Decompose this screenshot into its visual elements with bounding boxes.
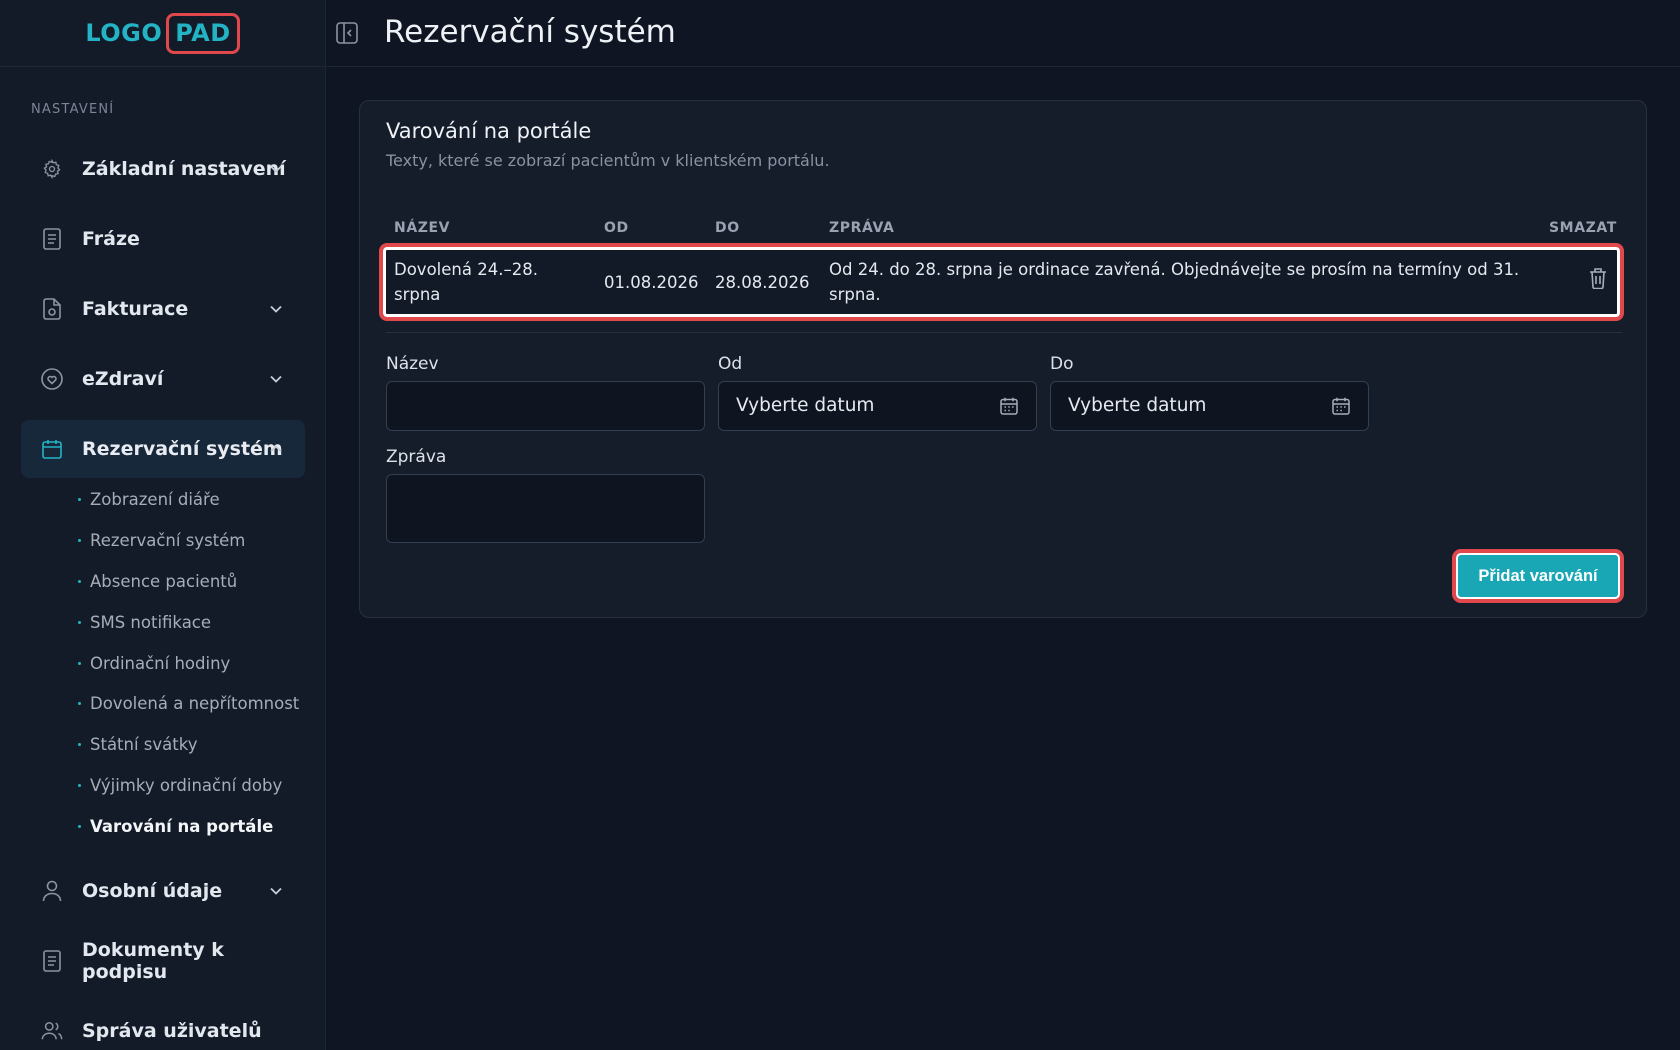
card-subtitle: Texty, které se zobrazí pacientům v klie… (386, 151, 830, 170)
bullet-dot (78, 580, 81, 583)
chevron-down-icon (269, 302, 283, 316)
sidebar-toggle-icon[interactable] (336, 22, 358, 44)
calendar-icon (1331, 396, 1351, 416)
name-field-label: Název (386, 354, 439, 374)
document-icon (41, 228, 63, 250)
logo[interactable]: LOGO PAD (85, 12, 240, 54)
sidebar-item-phrases[interactable]: Fráze (21, 210, 305, 268)
sidebar-item-label: Rezervační systém (82, 438, 283, 460)
sidebar: LOGO PAD NASTAVENÍ Základní nastavení Fr… (0, 0, 326, 1050)
sidebar-subitem-label: Výjimky ordinační doby (90, 776, 283, 795)
sidebar-subitem-label: Státní svátky (90, 735, 198, 754)
sidebar-section-label: NASTAVENÍ (31, 102, 115, 117)
row-message: Od 24. do 28. srpna je ordinace zavřená.… (829, 257, 1519, 307)
calendar-icon (999, 396, 1019, 416)
logo-text-right: PAD (166, 12, 240, 54)
sidebar-item-label: eZdraví (82, 368, 164, 390)
from-date-placeholder: Vyberte datum (736, 395, 875, 416)
row-message-line: Od 24. do 28. srpna je ordinace zavřená.… (829, 260, 1520, 279)
from-field-label: Od (718, 354, 743, 374)
chevron-up-icon (269, 442, 283, 456)
add-warning-button[interactable]: Přidat varování (1452, 549, 1624, 603)
name-field[interactable] (386, 381, 705, 431)
page-title: Rezervační systém (384, 14, 676, 50)
sidebar-item-label: Správa uživatelů (82, 1020, 262, 1042)
sidebar-item-basic-settings[interactable]: Základní nastavení (21, 140, 305, 198)
row-name-line: Dovolená 24.–28. (394, 260, 538, 279)
heart-icon (41, 368, 63, 390)
chevron-down-icon (269, 162, 283, 176)
sidebar-subitem-public-holidays[interactable]: Státní svátky (78, 735, 197, 754)
sidebar-item-label: Dokumenty k podpisu (82, 939, 224, 983)
row-to-date: 28.08.2026 (715, 273, 810, 292)
column-header-to: DO (715, 220, 740, 236)
sidebar-subitem-vacation[interactable]: Dovolená a nepřítomnost (78, 694, 299, 713)
users-icon (41, 1020, 63, 1042)
sidebar-item-label: Fráze (82, 228, 140, 250)
bullet-dot (78, 702, 81, 705)
logo-bar: LOGO PAD (0, 0, 325, 67)
message-field[interactable] (386, 474, 705, 543)
bullet-dot (78, 743, 81, 746)
divider (386, 332, 1622, 333)
logo-text-left: LOGO (85, 19, 163, 47)
to-date-placeholder: Vyberte datum (1068, 395, 1207, 416)
sidebar-subitem-label: Zobrazení diáře (90, 490, 220, 509)
bullet-dot (78, 539, 81, 542)
card-title: Varování na portále (386, 119, 592, 143)
sidebar-item-label: Fakturace (82, 298, 189, 320)
sidebar-subitem-label: Dovolená a nepřítomnost (90, 694, 300, 713)
invoice-icon (41, 298, 63, 320)
chevron-down-icon (269, 884, 283, 898)
row-name: Dovolená 24.–28. srpna (394, 257, 538, 307)
user-icon (41, 880, 63, 902)
sidebar-item-documents-to-sign[interactable]: Dokumenty k podpisu (21, 932, 305, 990)
row-from-date: 01.08.2026 (604, 273, 699, 292)
portal-warnings-card: Varování na portále Texty, které se zobr… (359, 100, 1647, 618)
to-date-picker[interactable]: Vyberte datum (1050, 381, 1369, 431)
to-field-label: Do (1050, 354, 1074, 374)
gear-icon (41, 158, 63, 180)
bullet-dot (78, 784, 81, 787)
sidebar-subitem-hours-exceptions[interactable]: Výjimky ordinační doby (78, 776, 282, 795)
row-name-line: srpna (394, 285, 441, 304)
column-header-delete: SMAZAT (1549, 220, 1617, 236)
bullet-dot (78, 825, 81, 828)
sidebar-subitem-diary-view[interactable]: Zobrazení diáře (78, 490, 220, 509)
sidebar-item-personal-data[interactable]: Osobní údaje (21, 862, 305, 920)
sidebar-subitem-label: SMS notifikace (90, 613, 212, 632)
sidebar-subitem-label: Rezervační systém (90, 531, 246, 550)
sidebar-subitem-patient-absence[interactable]: Absence pacientů (78, 572, 237, 591)
sidebar-item-reservation-system[interactable]: Rezervační systém (21, 420, 305, 478)
calendar-icon (41, 438, 63, 460)
sidebar-subitem-office-hours[interactable]: Ordinační hodiny (78, 654, 230, 673)
sidebar-subitem-label: Ordinační hodiny (90, 654, 231, 673)
trash-icon[interactable] (1587, 266, 1609, 290)
sidebar-item-label: Osobní údaje (82, 880, 223, 902)
message-field-label: Zpráva (386, 447, 447, 467)
bullet-dot (78, 621, 81, 624)
sidebar-subitem-portal-warnings[interactable]: Varování na portále (78, 817, 273, 836)
column-header-from: OD (604, 220, 629, 236)
sidebar-item-ezdravi[interactable]: eZdraví (21, 350, 305, 408)
sidebar-item-user-management[interactable]: Správa uživatelů (21, 1002, 305, 1050)
row-message-line: srpna. (829, 285, 881, 304)
document-icon (41, 950, 63, 972)
bullet-dot (78, 662, 81, 665)
sidebar-item-invoicing[interactable]: Fakturace (21, 280, 305, 338)
sidebar-subitem-label: Absence pacientů (90, 572, 238, 591)
sidebar-item-label: Základní nastavení (82, 158, 286, 180)
chevron-down-icon (269, 372, 283, 386)
sidebar-subitem-reservation-system[interactable]: Rezervační systém (78, 531, 245, 550)
sidebar-subitem-label: Varování na portále (90, 817, 274, 836)
bullet-dot (78, 498, 81, 501)
top-bar: Rezervační systém (327, 0, 1680, 67)
sidebar-subitem-sms-notifications[interactable]: SMS notifikace (78, 613, 211, 632)
column-header-name: NÁZEV (394, 220, 451, 236)
column-header-message: ZPRÁVA (829, 220, 895, 236)
from-date-picker[interactable]: Vyberte datum (718, 381, 1037, 431)
